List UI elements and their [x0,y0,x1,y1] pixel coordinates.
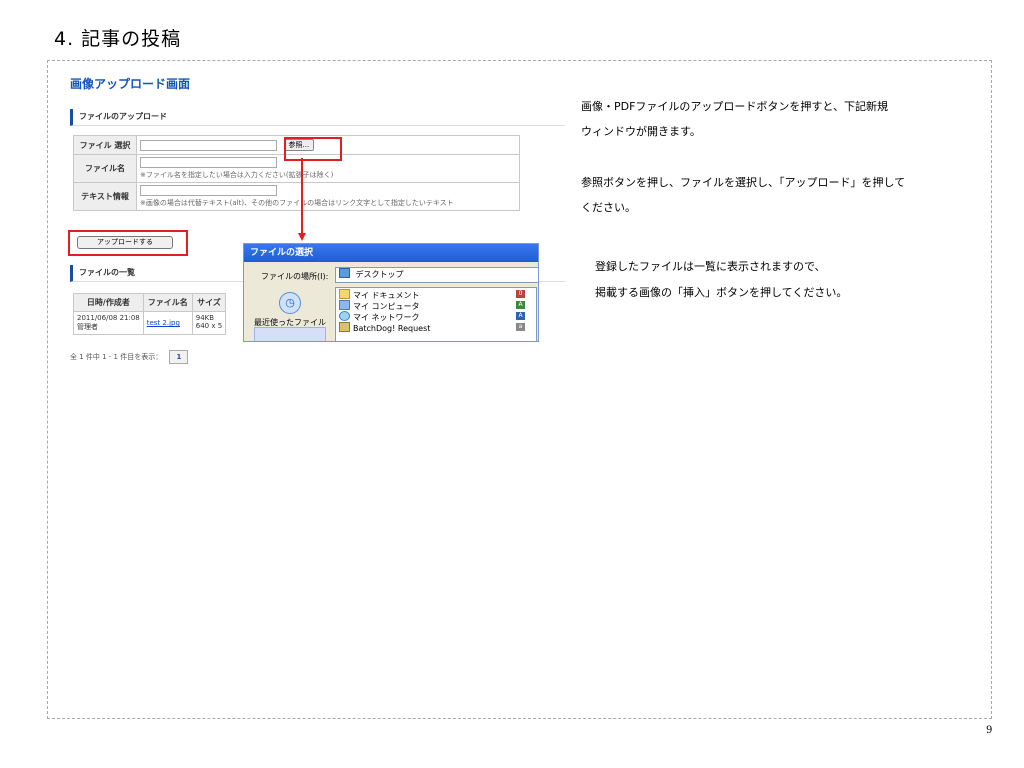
network-icon [339,311,350,321]
pager-summary: 全 1 件中 1 - 1 件目を表示： [70,353,163,361]
file-letter: A [516,312,525,320]
browse-highlight-box [284,137,342,161]
file-select-dialog: ファイルの選択 ファイルの場所(I): デスクトップ ◷ 最近使ったファイル マ… [243,243,539,342]
computer-icon [339,300,350,310]
filename-label: ファイル名 [73,154,137,183]
row-datetime: 2011/06/08 21:08 [77,314,140,322]
upload-highlight-box [68,230,188,256]
row-dimensions: 640 x 5 [195,322,223,330]
item-label: BatchDog! Request [353,324,431,333]
text-info-input[interactable] [140,185,277,196]
page-button-1[interactable]: 1 [169,350,189,364]
table-row: 2011/06/08 21:08 管理者 test 2.jpg 94KB 640… [73,311,227,335]
page-heading: 4. 記事の投稿 [54,28,182,50]
instruction-line-2: ウィンドウが開きます。 [581,125,701,138]
dialog-title: ファイルの選択 [244,244,538,262]
file-letter: A [516,301,525,309]
instruction-line-1: 画像・PDFファイルのアップロードボタンを押すと、下記新規 [581,100,888,113]
desktop-icon [339,268,350,278]
row-size: 94KB [195,314,215,322]
list-item[interactable]: マイ コンピュータ [339,300,420,311]
list-item[interactable]: マイ ネットワーク [339,311,420,322]
row-author: 管理者 [77,323,98,331]
location-label: ファイルの場所(I): [261,272,329,281]
col-header-size: サイズ [191,293,227,312]
text-info-hint: ※画像の場合は代替テキスト(alt)、その他のファイルの場合はリンク文字として指… [140,199,454,207]
page-number: 9 [986,725,993,736]
arrow-down-icon [298,233,306,241]
location-value: デスクトップ [355,270,404,279]
upload-section-header: ファイルのアップロード [70,109,565,126]
places-selected [254,327,326,341]
file-path-input[interactable] [140,139,277,151]
places-bar: ◷ 最近使ったファイル [251,286,331,341]
filename-input[interactable] [140,157,277,168]
instruction-line-4: ください。 [581,201,636,214]
arrow-line [301,158,303,234]
file-letter: 0 [516,290,525,298]
instruction-line-6: 掲載する画像の「挿入」ボタンを押してください。 [595,286,848,299]
batch-icon [339,322,350,332]
location-select[interactable]: デスクトップ [335,267,538,283]
instruction-line-3: 参照ボタンを押し、ファイルを選択し、「アップロード」を押して [581,176,906,189]
recent-files-icon[interactable]: ◷ [279,292,301,314]
file-list-table: 日時/作成者 ファイル名 サイズ 2011/06/08 21:08 管理者 te… [73,293,227,335]
item-label: マイ コンピュータ [353,302,420,311]
row-filename-link[interactable]: test 2.jpg [147,319,180,327]
folder-icon [339,289,350,299]
list-item[interactable]: BatchDog! Request [339,322,431,333]
list-item[interactable]: マイ ドキュメント [339,289,420,300]
filename-hint: ※ファイル名を指定したい場合は入力ください(拡張子は除く) [140,171,334,179]
item-label: マイ ドキュメント [353,291,420,300]
instruction-line-5: 登録したファイルは一覧に表示されますので、 [595,260,826,273]
file-letter: a [516,323,525,331]
file-select-label: ファイル 選択 [73,135,137,155]
item-label: マイ ネットワーク [353,313,420,322]
file-list-pane: マイ ドキュメント マイ コンピュータ マイ ネットワーク BatchDog! … [335,287,537,341]
text-info-label: テキスト情報 [73,182,137,211]
screenshot-title: 画像アップロード画面 [70,77,191,91]
col-header-datetime: 日時/作成者 [73,293,144,312]
pager: 全 1 件中 1 - 1 件目を表示： 1 [70,350,189,364]
col-header-filename: ファイル名 [142,293,193,312]
